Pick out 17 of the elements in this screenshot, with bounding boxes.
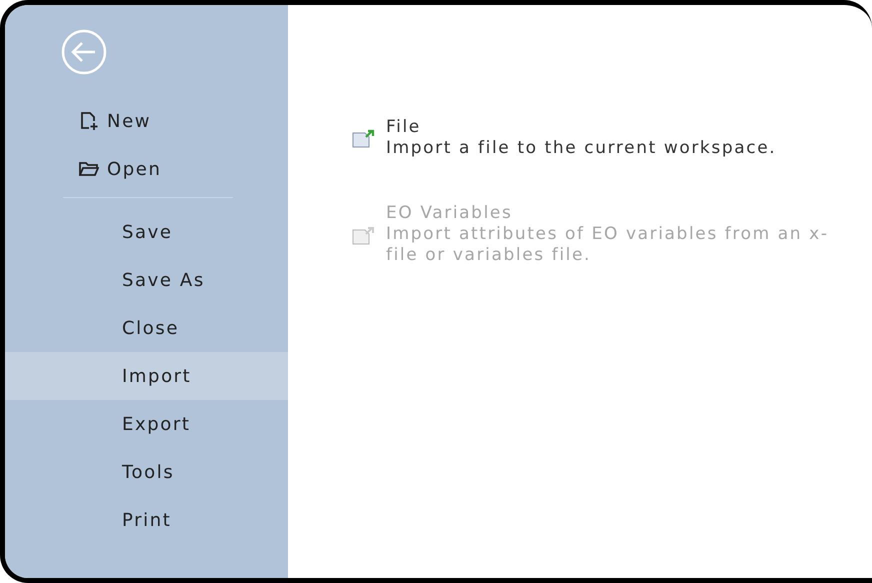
menu-item[interactable]: Open (5, 145, 288, 193)
menu-item[interactable]: Import (5, 352, 288, 400)
back-icon[interactable] (60, 28, 108, 76)
menu-item[interactable]: New (5, 97, 288, 145)
option-description: Import a file to the current workspace. (386, 138, 776, 159)
import-option[interactable]: File Import a file to the current workspace. (348, 115, 858, 161)
option-title: EO Variables (386, 203, 514, 224)
new-file-icon (79, 111, 99, 131)
menu-item[interactable]: Save As (5, 256, 288, 304)
menu-item[interactable]: Print (5, 496, 288, 544)
menu-item[interactable]: Save (5, 208, 288, 256)
menu-item[interactable]: Close (5, 304, 288, 352)
option-description: Import attributes of EO variables from an x-file or variables file. (386, 224, 830, 266)
menu-item[interactable]: Export (5, 400, 288, 448)
menu-item[interactable]: Tools (5, 448, 288, 496)
folder-icon (79, 161, 99, 177)
option-title: File (386, 117, 422, 138)
